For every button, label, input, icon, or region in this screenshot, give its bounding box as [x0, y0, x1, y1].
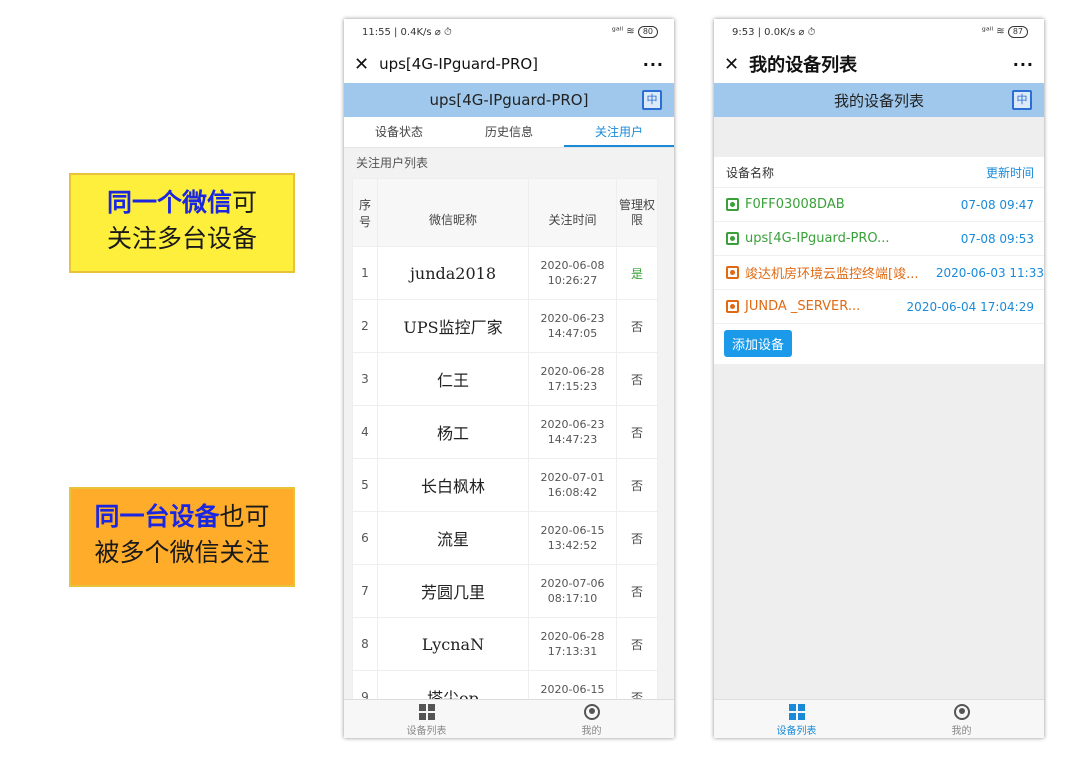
row-num: 2	[352, 299, 378, 353]
user-icon	[583, 704, 600, 720]
more-icon[interactable]: ···	[1013, 55, 1034, 74]
row-num: 5	[352, 458, 378, 512]
grid-icon	[418, 704, 435, 720]
table-row: 8 LycnaN 2020-06-28 17:13:31 否	[352, 617, 658, 671]
table-row: 6 流星 2020-06-15 13:42:52 否	[352, 511, 658, 565]
table-row: 7 芳圆几里 2020-07-06 08:17:10 否	[352, 564, 658, 618]
camera-icon	[726, 232, 739, 245]
phone-screen-device-list: 9:53 | 0.0K/s ⌀ ⏱ ᵍᵃˡˡ ≋ 87 ✕ 我的设备列表 ···…	[714, 19, 1044, 738]
table-row: 3 仁王 2020-06-28 17:15:23 否	[352, 352, 658, 406]
table-row: 1 junda2018 2020-06-08 10:26:27 是	[352, 246, 658, 300]
row-follow-time: 2020-07-06 08:17:10	[528, 564, 617, 618]
row-permission: 否	[616, 458, 658, 512]
row-follow-time: 2020-06-23 14:47:23	[528, 405, 617, 459]
tab-history[interactable]: 历史信息	[454, 117, 564, 147]
bottom-nav: 设备列表 我的	[714, 699, 1044, 738]
empty-area	[714, 364, 1044, 700]
table-row: 4 杨工 2020-06-23 14:47:23 否	[352, 405, 658, 459]
col-update-time[interactable]: 更新时间	[986, 164, 1034, 181]
callout-one-wechat-many-devices: 同一个微信可 关注多台设备	[69, 173, 295, 273]
row-permission: 否	[616, 352, 658, 406]
row-permission: 否	[616, 405, 658, 459]
add-device-button[interactable]: 添加设备	[724, 330, 793, 357]
page-title: ups[4G-IPguard-PRO]	[379, 55, 539, 73]
row-permission: 否	[616, 617, 658, 671]
row-num: 8	[352, 617, 378, 671]
nav-device-list[interactable]: 设备列表	[344, 700, 509, 738]
callout-one-device-many-wechat: 同一台设备也可 被多个微信关注	[69, 487, 295, 587]
camera-icon	[726, 266, 739, 279]
row-permission: 是	[616, 246, 658, 300]
status-bar: 9:53 | 0.0K/s ⌀ ⏱ ᵍᵃˡˡ ≋ 87	[714, 19, 1044, 45]
language-icon[interactable]: 中	[1012, 90, 1032, 110]
row-num: 4	[352, 405, 378, 459]
col-num: 序号	[352, 178, 378, 247]
col-device-name: 设备名称	[726, 165, 775, 180]
col-perm: 管理权限	[616, 178, 658, 247]
row-num: 7	[352, 564, 378, 618]
language-icon[interactable]: 中	[642, 90, 662, 110]
close-icon[interactable]: ✕	[354, 54, 369, 75]
followers-table-wrap: 序号 微信昵称 关注时间 管理权限 1 junda2018 2020-06-08 10…	[344, 178, 674, 719]
tab-bar: 设备状态 历史信息 关注用户	[344, 117, 674, 148]
battery-icon: 80	[637, 26, 658, 38]
device-row[interactable]: JUNDA _SERVER... 2020-06-04 17:04:29	[714, 290, 1044, 324]
followers-table: 序号 微信昵称 关注时间 管理权限 1 junda2018 2020-06-08 10…	[352, 178, 658, 719]
status-bar: 11:55 | 0.4K/s ⌀ ⏱ ᵍᵃˡˡ ≋ 80	[344, 19, 674, 45]
device-row[interactable]: ups[4G-IPguard-PRO... 07-08 09:53	[714, 222, 1044, 256]
signal-icon: ᵍᵃˡˡ ≋	[611, 26, 635, 37]
row-follow-time: 2020-06-28 17:13:31	[528, 617, 617, 671]
col-time: 关注时间	[528, 178, 617, 247]
title-bar: ✕ ups[4G-IPguard-PRO] ···	[344, 45, 674, 83]
bottom-nav: 设备列表 我的	[344, 699, 674, 738]
row-nickname: junda2018	[377, 246, 529, 300]
table-header-row: 序号 微信昵称 关注时间 管理权限	[352, 178, 658, 247]
tab-followers[interactable]: 关注用户	[564, 117, 674, 147]
more-icon[interactable]: ···	[643, 55, 664, 74]
row-nickname: 流星	[377, 511, 529, 565]
close-icon[interactable]: ✕	[724, 54, 739, 75]
section-label: 关注用户列表	[344, 148, 674, 178]
device-row[interactable]: F0FF03008DAB 07-08 09:47	[714, 188, 1044, 222]
row-nickname: 长白枫林	[377, 458, 529, 512]
row-nickname: 杨工	[377, 405, 529, 459]
title-bar: ✕ 我的设备列表 ···	[714, 45, 1044, 83]
row-num: 3	[352, 352, 378, 406]
table-row: 5 长白枫林 2020-07-01 16:08:42 否	[352, 458, 658, 512]
row-follow-time: 2020-06-23 14:47:05	[528, 299, 617, 353]
user-icon	[953, 704, 970, 720]
list-header: 我的设备列表 中	[714, 83, 1044, 117]
nav-device-list[interactable]: 设备列表	[714, 700, 879, 738]
row-nickname: 仁王	[377, 352, 529, 406]
row-follow-time: 2020-06-15 13:42:52	[528, 511, 617, 565]
col-nick: 微信昵称	[377, 178, 529, 247]
device-header: ups[4G-IPguard-PRO] 中	[344, 83, 674, 117]
row-permission: 否	[616, 299, 658, 353]
row-follow-time: 2020-06-08 10:26:27	[528, 246, 617, 300]
table-row: 2 UPS监控厂家 2020-06-23 14:47:05 否	[352, 299, 658, 353]
nav-mine[interactable]: 我的	[879, 700, 1044, 738]
nav-mine[interactable]: 我的	[509, 700, 674, 738]
phone-screen-followers: 11:55 | 0.4K/s ⌀ ⏱ ᵍᵃˡˡ ≋ 80 ✕ ups[4G-IP…	[344, 19, 674, 738]
spacer	[714, 117, 1044, 157]
row-num: 6	[352, 511, 378, 565]
tab-device-status[interactable]: 设备状态	[344, 117, 454, 147]
device-list-header: 设备名称 更新时间	[714, 157, 1044, 188]
row-permission: 否	[616, 511, 658, 565]
row-nickname: 芳圆几里	[377, 564, 529, 618]
row-nickname: UPS监控厂家	[377, 299, 529, 353]
camera-icon	[726, 300, 739, 313]
row-follow-time: 2020-06-28 17:15:23	[528, 352, 617, 406]
camera-icon	[726, 198, 739, 211]
row-num: 1	[352, 246, 378, 300]
battery-icon: 87	[1007, 26, 1028, 38]
row-permission: 否	[616, 564, 658, 618]
row-nickname: LycnaN	[377, 617, 529, 671]
page-title: 我的设备列表	[749, 55, 858, 76]
row-follow-time: 2020-07-01 16:08:42	[528, 458, 617, 512]
signal-icon: ᵍᵃˡˡ ≋	[981, 26, 1005, 37]
grid-icon	[788, 704, 805, 720]
device-row[interactable]: 竣达机房环境云监控终端[竣... 2020-06-03 11:33	[714, 256, 1044, 290]
